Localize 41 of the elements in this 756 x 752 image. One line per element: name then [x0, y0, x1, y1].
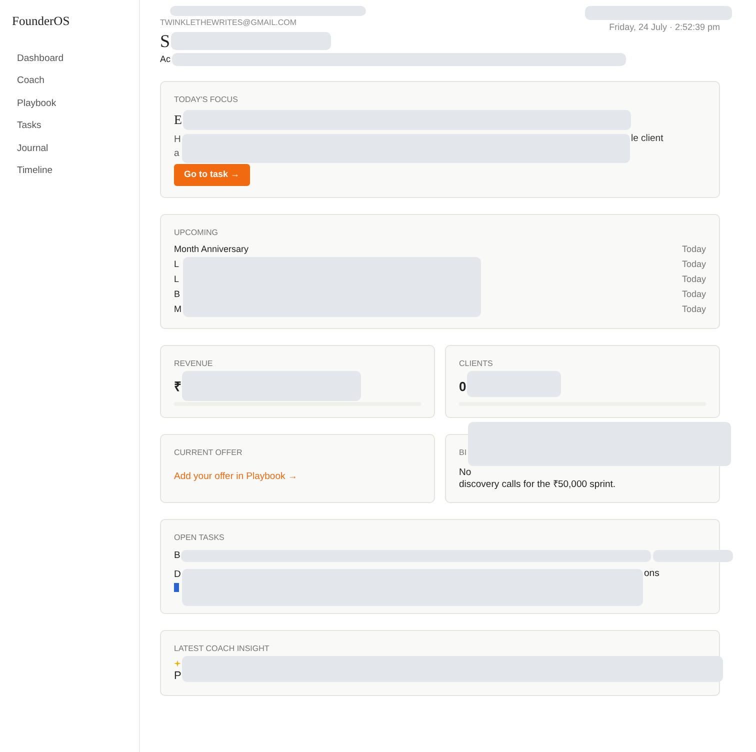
- page-title: S: [160, 30, 170, 52]
- goal-text: discovery calls for the ₹50,000 sprint.: [459, 478, 617, 491]
- stat-value: ₹: [174, 378, 181, 396]
- goal-text: No: [459, 466, 472, 479]
- section-label: LATEST COACH INSIGHT: [174, 642, 270, 655]
- stat-value: 0: [459, 378, 466, 396]
- section-label: OPEN TASKS: [174, 532, 224, 544]
- event-date: Today: [682, 302, 706, 316]
- nav-link[interactable]: Dashboard: [12, 52, 127, 66]
- page-subtitle: Ac: [160, 52, 171, 66]
- event-name: L: [174, 258, 180, 271]
- task-text: ons: [644, 568, 660, 580]
- brand-name: FounderOS: [12, 13, 70, 30]
- section-label: CLIENTS: [459, 358, 493, 370]
- focus-title: E: [174, 111, 182, 129]
- event-name: M: [174, 302, 182, 316]
- task-text: B: [174, 550, 180, 562]
- focus-text: H: [174, 134, 181, 146]
- focus-text: le client: [631, 132, 664, 144]
- nav-link[interactable]: Timeline: [12, 165, 127, 178]
- insight-text: P: [174, 670, 182, 682]
- nav-link[interactable]: Journal: [12, 142, 127, 156]
- section-label: REVENUE: [174, 358, 213, 370]
- event-name: Month Anniversary: [174, 242, 249, 256]
- event-name: L: [174, 272, 180, 286]
- event-name: B: [174, 288, 180, 301]
- focus-text: a: [174, 148, 180, 160]
- nav-link[interactable]: Coach: [12, 75, 127, 88]
- section-label: UPCOMING: [174, 226, 218, 238]
- section-label: BI: [459, 446, 467, 458]
- event-date: Today: [682, 288, 706, 301]
- event-date: Today: [682, 272, 706, 286]
- account-email: TWINKLETHEWRITES@GMAIL.COM: [160, 17, 297, 29]
- nav-link[interactable]: Playbook: [12, 98, 127, 110]
- event-date: Today: [682, 242, 706, 256]
- nav-link[interactable]: Tasks: [12, 120, 127, 133]
- section-label: CURRENT OFFER: [174, 446, 242, 458]
- date-time: Friday, 24 July · 2:52:39 pm: [609, 21, 720, 34]
- event-date: Today: [682, 258, 706, 271]
- task-text: D: [174, 569, 181, 582]
- section-label: TODAY'S FOCUS: [174, 94, 238, 106]
